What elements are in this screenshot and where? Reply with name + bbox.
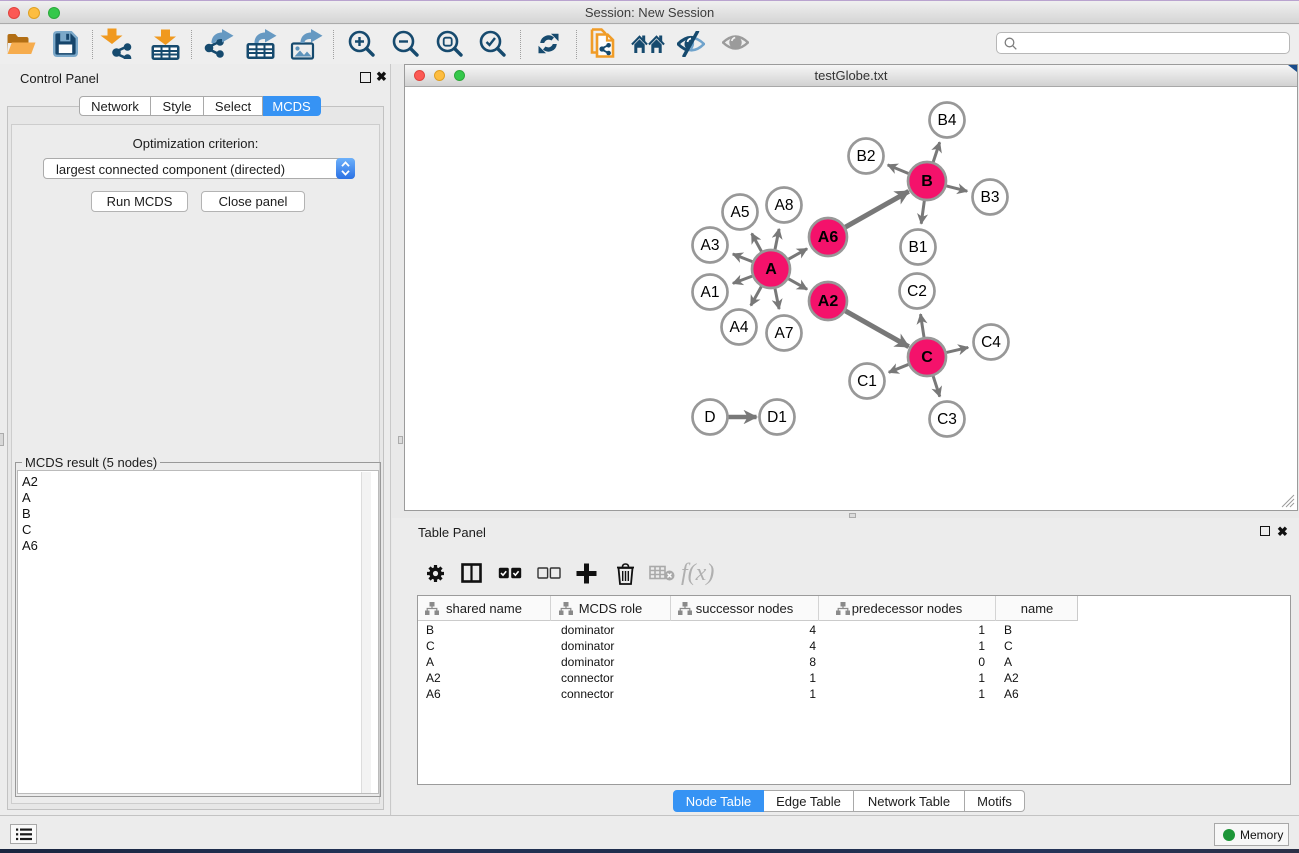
svg-text:C1: C1 [857,373,877,390]
svg-text:C: C [921,349,933,366]
svg-text:B1: B1 [909,239,928,256]
svg-text:C2: C2 [907,283,927,300]
svg-text:A4: A4 [730,319,749,336]
svg-text:B4: B4 [938,112,957,129]
svg-text:A5: A5 [731,204,750,221]
svg-text:A1: A1 [701,284,720,301]
svg-text:C4: C4 [981,334,1001,351]
svg-text:B3: B3 [981,189,1000,206]
svg-text:A6: A6 [818,229,839,246]
svg-text:A3: A3 [701,237,720,254]
svg-text:f(x): f(x) [681,560,714,586]
svg-text:B: B [921,173,933,190]
svg-text:D1: D1 [767,409,787,426]
svg-text:B2: B2 [857,148,876,165]
svg-text:C3: C3 [937,411,957,428]
svg-text:A8: A8 [775,197,794,214]
svg-text:A2: A2 [818,293,839,310]
svg-text:D: D [704,409,715,426]
svg-text:A: A [765,261,777,278]
svg-text:A7: A7 [775,325,794,342]
